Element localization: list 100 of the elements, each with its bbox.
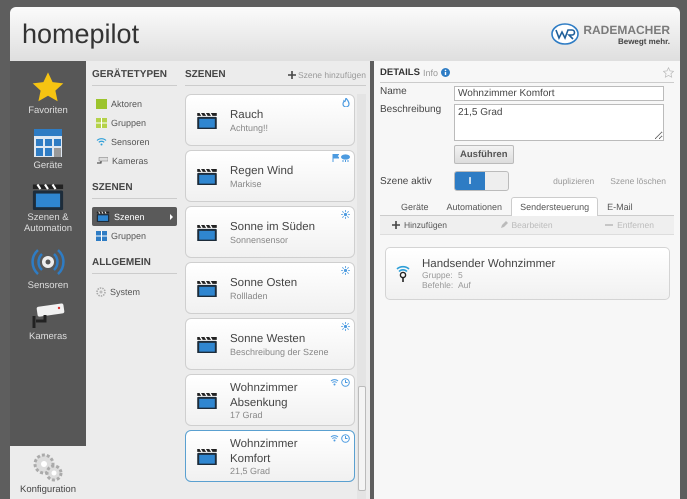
category-item[interactable]: Aktoren: [92, 94, 177, 113]
grid-icon: [96, 230, 107, 240]
brand-name: RADEMACHER: [583, 22, 670, 36]
category-item[interactable]: Szenen: [92, 207, 177, 226]
section-heading: SZENEN: [92, 182, 177, 199]
category-item[interactable]: Gruppen: [92, 113, 177, 132]
brand-slogan: Bewegt mehr.: [618, 36, 670, 46]
sidebar-item[interactable]: Sensoren: [28, 280, 68, 292]
plus-icon: [288, 70, 296, 78]
scene-card[interactable]: Wohnzimmer Komfort 21,5 Grad: [185, 430, 355, 482]
scene-title: Sonne Westen: [230, 332, 306, 347]
scene-title: Sonne im Süden: [230, 220, 316, 235]
sun-icon: [341, 210, 350, 219]
camera-icon: [96, 156, 108, 164]
section-heading: GERÄTETYPEN: [92, 69, 177, 86]
scene-card[interactable]: Sonne Westen Beschreibung der Szene: [185, 318, 355, 370]
sun-icon: [341, 322, 350, 331]
clapperboard-icon: [196, 448, 218, 466]
app-title: homepilot: [22, 18, 140, 50]
minus-icon: [605, 221, 614, 229]
field-label: Name: [380, 86, 408, 97]
scene-subtitle: 17 Grad: [230, 410, 264, 420]
sidebar-item[interactable]: Szenen & Automation: [10, 213, 86, 235]
cloud-rain-icon: [341, 154, 350, 162]
scene-card[interactable]: Sonne im Süden Sonnensensor: [185, 206, 355, 258]
clapperboard-icon: [196, 112, 218, 130]
run-button[interactable]: Ausführen: [454, 145, 514, 164]
clapperboard-icon: [31, 182, 65, 210]
clapperboard-icon: [96, 210, 110, 222]
info-icon[interactable]: [440, 68, 450, 77]
clapperboard-icon: [196, 280, 218, 298]
detail-label: Gruppe:: [422, 270, 452, 280]
scene-title: Regen Wind: [230, 164, 294, 179]
clock-icon: [341, 434, 350, 443]
star-icon[interactable]: [663, 67, 674, 78]
transmitter-name: Handsender Wohnzimmer: [422, 258, 556, 270]
caret-icon: [170, 214, 173, 220]
sidebar-item[interactable]: Geräte: [33, 160, 63, 172]
detail-value: 5: [458, 270, 463, 280]
scene-card[interactable]: Sonne Osten Rollladen: [185, 262, 355, 314]
plus-icon: [392, 221, 400, 229]
wifi-icon: [330, 378, 339, 386]
scene-title: Sonne Osten: [230, 276, 298, 291]
section-heading: ALLGEMEIN: [92, 257, 177, 274]
tab[interactable]: Sendersteuerung: [511, 197, 598, 216]
scene-title: Wohnzimmer Komfort: [230, 436, 299, 466]
tab[interactable]: E-Mail: [598, 197, 642, 216]
remote-transmitter-icon: [396, 264, 410, 282]
star-icon: [31, 71, 65, 103]
toolbar-button[interactable]: Hinzufügen: [392, 220, 448, 230]
logo-icon: [551, 23, 580, 45]
name-field[interactable]: Wohnzimmer Komfort: [454, 86, 664, 101]
detail-label: Befehle:: [422, 280, 452, 290]
field-label: Szene aktiv: [380, 176, 433, 186]
gear-icon: [96, 286, 106, 296]
scene-card[interactable]: Wohnzimmer Absenkung 17 Grad: [185, 374, 355, 426]
scene-title: Rauch: [230, 108, 264, 123]
scene-subtitle: Sonnensensor: [230, 234, 290, 245]
description-field[interactable]: 21,5 Grad: [454, 104, 664, 141]
camera-icon: [31, 302, 65, 329]
flame-icon: [342, 98, 350, 107]
wifi-icon: [96, 137, 107, 146]
toggle-switch[interactable]: I: [454, 171, 509, 191]
scene-subtitle: Beschreibung der Szene: [230, 346, 329, 357]
category-item[interactable]: Kameras: [92, 151, 177, 170]
scene-subtitle: Rollladen: [230, 290, 269, 301]
field-label: Beschreibung: [380, 104, 442, 115]
detail-value: Auf: [458, 280, 471, 290]
scene-subtitle: 21,5 Grad: [230, 466, 272, 476]
clapperboard-icon: [196, 168, 218, 186]
transmitter-card[interactable]: Handsender Wohnzimmer Gruppe: 5 Befehle: Auf: [385, 247, 670, 300]
tab[interactable]: Geräte: [392, 197, 438, 216]
scene-title: Wohnzimmer Absenkung: [230, 380, 299, 410]
scrollbar[interactable]: [357, 94, 366, 499]
scene-subtitle: Markise: [230, 178, 263, 189]
gears-icon: [31, 452, 65, 482]
scene-subtitle: Achtung!!: [230, 122, 268, 133]
sun-icon: [341, 266, 350, 275]
info-label: Info: [422, 68, 438, 78]
square-icon: [96, 98, 107, 108]
category-item[interactable]: System: [92, 282, 177, 301]
wifi-icon: [330, 434, 339, 442]
scene-card[interactable]: Rauch Achtung!!: [185, 94, 355, 146]
clapperboard-icon: [196, 224, 218, 242]
category-item[interactable]: Gruppen: [92, 226, 177, 245]
pencil-icon: [500, 221, 508, 229]
flag-icon: [332, 154, 339, 162]
section-heading: DETAILS: [380, 67, 420, 78]
grid-icon: [96, 118, 107, 128]
clapperboard-icon: [196, 336, 218, 354]
scene-card[interactable]: Regen Wind Markise: [185, 150, 355, 202]
sidebar-item[interactable]: Favoriten: [28, 106, 68, 117]
sidebar-item[interactable]: Kameras: [28, 332, 67, 343]
building-icon: [33, 128, 63, 158]
tab[interactable]: Automationen: [438, 197, 512, 216]
clapperboard-icon: [196, 392, 218, 410]
category-item[interactable]: Sensoren: [92, 132, 177, 151]
section-heading: SZENEN: [185, 69, 226, 80]
clock-icon: [341, 378, 350, 387]
sidebar-item[interactable]: Konfiguration: [20, 484, 76, 495]
